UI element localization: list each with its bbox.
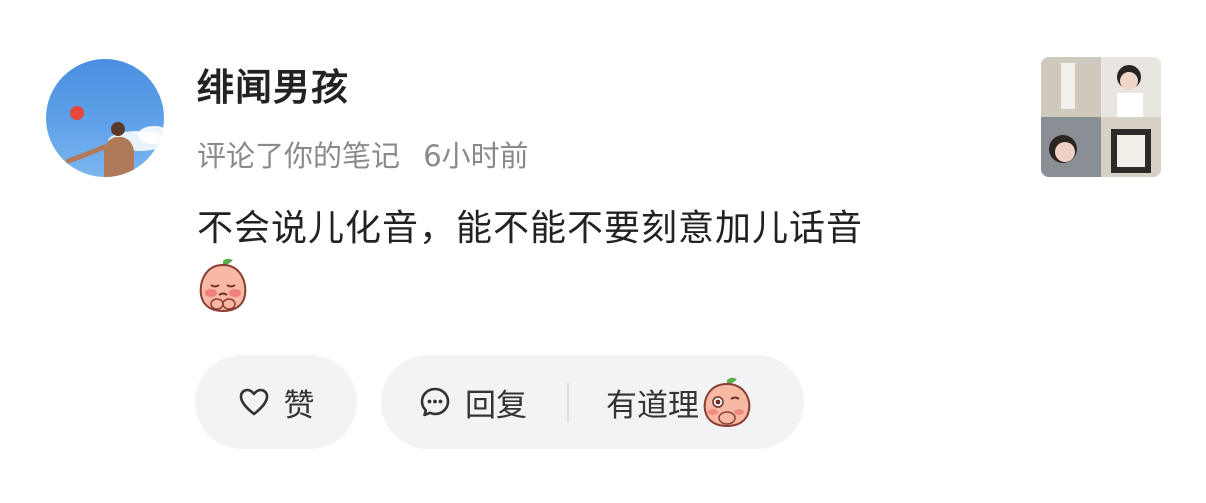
avatar[interactable] <box>46 59 164 177</box>
note-thumbnail[interactable] <box>1041 57 1161 177</box>
like-label: 赞 <box>283 387 315 424</box>
divider <box>567 382 569 422</box>
like-button[interactable]: 赞 <box>238 380 315 425</box>
quick-reply-label: 有道理 <box>606 387 699 424</box>
like-pill[interactable]: 赞 <box>195 355 357 449</box>
reply-button[interactable]: 回复 <box>419 380 527 425</box>
comment-bubble-icon <box>420 387 450 417</box>
reply-actions-pill: 回复 有道理 <box>381 355 804 449</box>
username[interactable]: 绯闻男孩 <box>197 66 349 110</box>
quick-reply-button[interactable]: 有道理 <box>606 376 753 428</box>
comment-text: 不会说儿化音，能不能不要刻意加儿话音 <box>197 208 864 249</box>
activity-action: 评论了你的笔记 <box>197 139 401 173</box>
activity-meta: 评论了你的笔记 6小时前 <box>197 137 529 175</box>
activity-time: 6小时前 <box>423 139 529 173</box>
reply-label: 回复 <box>465 387 527 424</box>
note-thumbnail-image <box>1041 57 1161 177</box>
heart-icon <box>239 388 268 416</box>
peach-thinking-emoji <box>703 377 751 428</box>
peach-pleading-emoji <box>197 257 249 313</box>
avatar-image <box>65 106 164 177</box>
